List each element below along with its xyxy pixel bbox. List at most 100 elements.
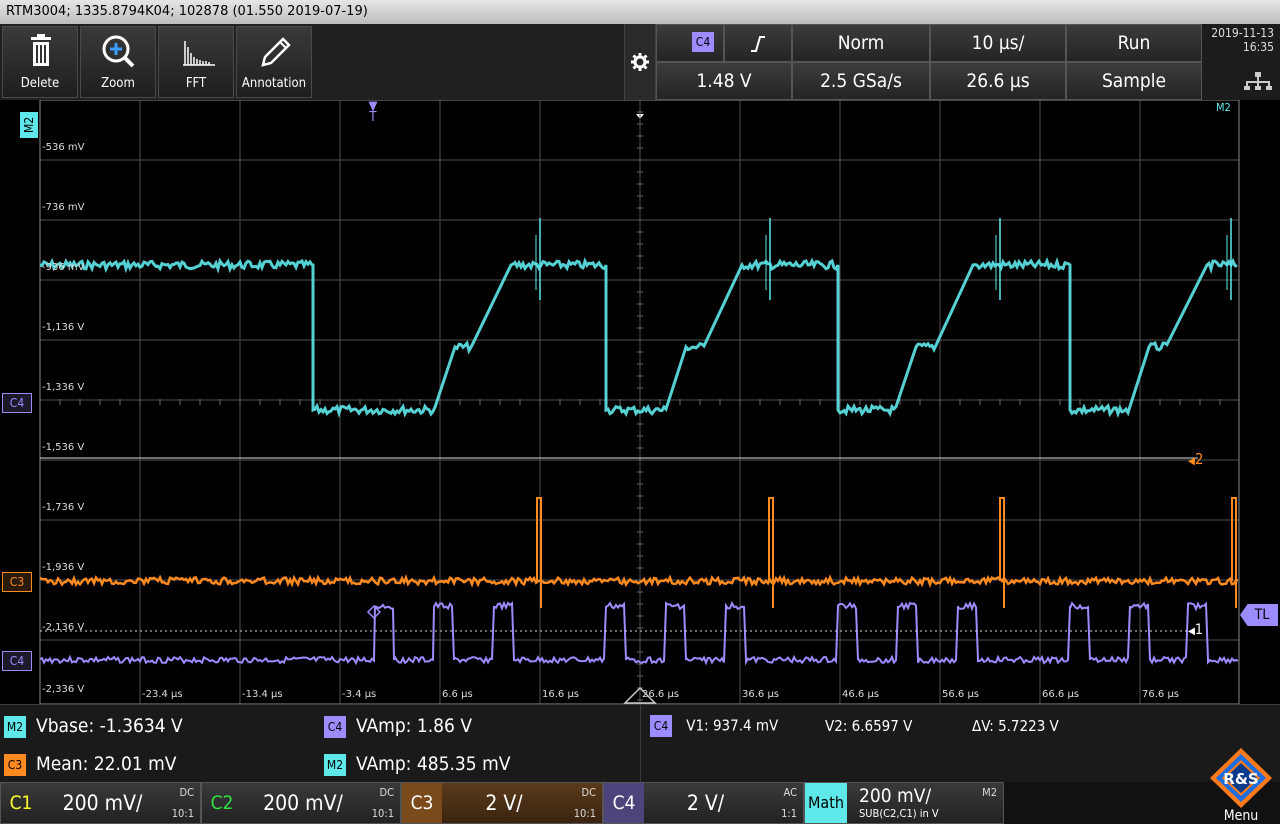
measurement-1[interactable]: M2 Vbase: -1.3634 V <box>4 715 183 738</box>
c3-pulse <box>999 497 1005 608</box>
x-axis-label: -3.4 µs <box>342 689 376 700</box>
c3-pulse <box>768 497 774 608</box>
math-scale: 200 mV/ <box>859 785 932 807</box>
trash-icon <box>31 34 51 66</box>
c4-ground-marker[interactable]: C4 <box>2 651 32 671</box>
c3-level-marker[interactable]: C3 <box>2 572 32 592</box>
measurement-4[interactable]: M2 VAmp: 485.35 mV <box>324 753 510 776</box>
window-title: RTM3004; 1335.8794K04; 102878 (01.550 20… <box>0 0 1280 24</box>
cursor-source: C4 <box>650 715 672 737</box>
trigger-source-button[interactable]: C4 <box>656 24 724 62</box>
c3-scale: 2 V/ <box>485 791 523 815</box>
measurement-4-value: VAmp: 485.35 mV <box>356 753 511 775</box>
c2-probe: 10:1 <box>371 807 394 820</box>
sample-rate-button[interactable]: 2.5 GSa/s <box>792 62 930 100</box>
y-axis-label: -1,936 V <box>42 562 84 573</box>
measurement-3-source: C3 <box>4 753 26 776</box>
measurement-1-value: Vbase: -1.3634 V <box>36 715 183 737</box>
c3-probe: 10:1 <box>573 807 596 820</box>
measurement-2-source: C4 <box>324 715 346 738</box>
datetime-panel: 2019-11-13 16:35 <box>1202 24 1280 100</box>
math-tag: Math <box>805 783 847 823</box>
trigger-mode-button[interactable]: Norm <box>792 24 930 62</box>
c1-probe: 10:1 <box>171 807 194 820</box>
math-formula: SUB(C2,C1) in V <box>859 807 939 820</box>
x-axis-label: 76.6 µs <box>1142 689 1179 700</box>
c2-scale: 200 mV/ <box>263 791 343 815</box>
trigger-slope-button[interactable] <box>724 24 792 62</box>
y-axis-label: -2,136 V <box>42 622 84 633</box>
timebase-button[interactable]: 10 µs/ <box>930 24 1066 62</box>
cursor-2-marker[interactable]: ◀2 <box>1188 450 1204 468</box>
cursor-measurement[interactable]: C4 V1: 937.4 mV <box>650 715 778 737</box>
y-axis-label: -536 mV <box>42 142 85 153</box>
measurement-3[interactable]: C3 Mean: 22.01 mV <box>4 753 176 776</box>
measurement-4-source: M2 <box>324 753 346 776</box>
waveform-display[interactable]: -536 mV -736 mV -936 mV -1,136 V -1,336 V -1,… <box>0 100 1280 704</box>
delete-button[interactable]: Delete <box>2 26 78 98</box>
fft-button[interactable]: FFT <box>158 26 234 98</box>
annotation-button[interactable]: Annotation <box>236 26 312 98</box>
trigger-level-button[interactable]: 1.48 V <box>656 62 792 100</box>
y-axis-label: -1,536 V <box>42 442 84 453</box>
zoom-icon <box>102 35 135 68</box>
network-icon <box>1244 72 1272 90</box>
channel-c4-button[interactable]: C4 2 V/ AC 1:1 <box>603 782 804 824</box>
zoom-label: Zoom <box>101 76 135 91</box>
y-axis-label: -1,336 V <box>42 382 84 393</box>
cursor-v1: V1: 937.4 mV <box>686 716 779 735</box>
settings-button[interactable] <box>624 24 656 119</box>
measurements-divider <box>640 705 641 783</box>
c4-scale: 2 V/ <box>686 791 725 815</box>
cursor-1-arrow-icon: ◀ <box>1188 626 1195 637</box>
m2-trace <box>39 256 1238 419</box>
channel-c3-button[interactable]: C3 2 V/ DC 10:1 <box>401 782 603 824</box>
c2-tag: C2 <box>210 792 234 814</box>
zoom-button[interactable]: Zoom <box>80 26 156 98</box>
cursor-delta: ΔV: 5.7223 V <box>972 717 1059 735</box>
cursor-2-label: 2 <box>1194 450 1204 468</box>
measurements-panel: M2 Vbase: -1.3634 V C4 VAmp: 1.86 V C3 Mean… <box>0 704 1280 783</box>
menu-button[interactable]: R&S Menu <box>1202 744 1280 824</box>
x-axis-label: 56.6 µs <box>942 689 979 700</box>
y-axis-label: -936 mV <box>42 262 85 273</box>
c4-coupling: AC <box>783 786 798 799</box>
rising-edge-icon <box>751 36 765 52</box>
annotation-label: Annotation <box>241 76 307 91</box>
m2-channel-tag[interactable]: M2 <box>20 112 38 138</box>
c1-coupling: DC <box>179 786 194 799</box>
c3-coupling: DC <box>581 786 596 799</box>
delete-label: Delete <box>20 76 60 91</box>
c1-tag: C1 <box>9 792 33 814</box>
channel-c1-button[interactable]: C1 200 mV/ DC 10:1 <box>0 782 201 824</box>
acquisition-mode-button[interactable]: Sample <box>1066 62 1202 100</box>
channel-c2-button[interactable]: C2 200 mV/ DC 10:1 <box>201 782 401 824</box>
gear-icon <box>631 53 649 71</box>
y-axis-label: -2,336 V <box>42 684 84 695</box>
y-axis-label: -736 mV <box>42 202 85 213</box>
x-axis-label: 46.6 µs <box>842 689 879 700</box>
math-corner: M2 <box>982 786 997 799</box>
c1-scale: 200 mV/ <box>62 791 143 815</box>
trigger-level-tag-label: TL <box>1254 607 1270 623</box>
y-axis-label: -1,736 V <box>42 502 84 513</box>
measurement-2[interactable]: C4 VAmp: 1.86 V <box>324 715 472 738</box>
trigger-level-tag[interactable]: TL <box>1240 604 1278 626</box>
c4-waveform <box>39 600 1239 666</box>
fft-icon <box>183 41 215 66</box>
y-axis-label: -1,136 V <box>42 322 84 333</box>
x-axis-label: 6.6 µs <box>442 689 473 700</box>
pen-icon <box>261 37 291 67</box>
cursor-1-label: 1 <box>1194 622 1203 638</box>
trigger-position-button[interactable]: 26.6 µs <box>930 62 1066 100</box>
rohde-schwarz-logo: R&S <box>1210 748 1272 808</box>
c4-probe: 1:1 <box>781 807 797 820</box>
cursor-1-marker[interactable]: ◀1 <box>1188 622 1203 638</box>
math-channel-button[interactable]: Math 200 mV/ SUB(C2,C1) in V M2 <box>804 782 1004 824</box>
trigger-marker[interactable]: ▼ T <box>366 100 380 124</box>
measurement-2-value: VAmp: 1.86 V <box>356 715 473 737</box>
c3-pulse <box>536 497 542 608</box>
cursor-v2: V2: 6.6597 V <box>825 717 913 735</box>
c4-level-marker[interactable]: C4 <box>2 393 32 413</box>
run-state-button[interactable]: Run <box>1066 24 1202 62</box>
